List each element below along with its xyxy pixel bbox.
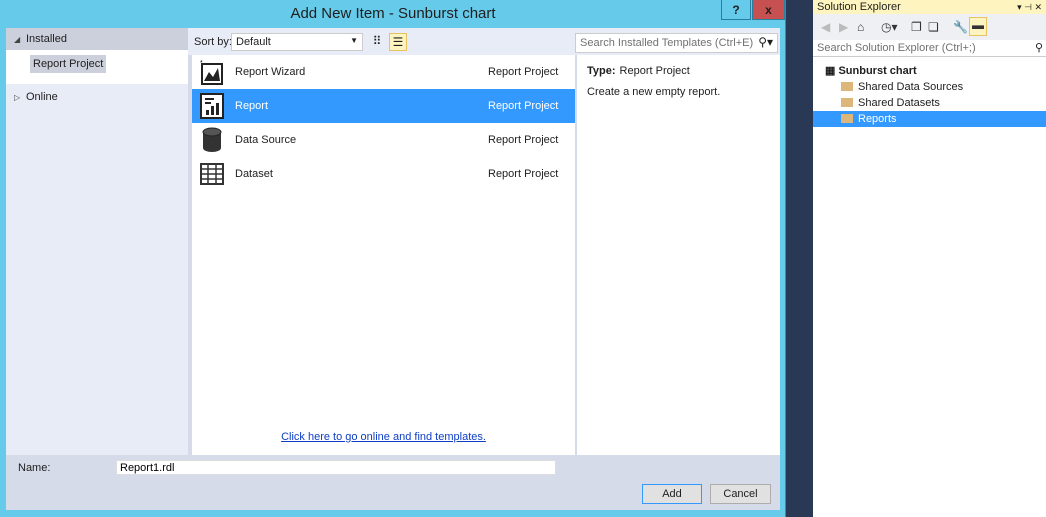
list-view-button[interactable]: ☰: [389, 33, 407, 51]
sort-value: Default: [236, 36, 271, 48]
template-description: Create a new empty report.: [587, 86, 721, 98]
add-button[interactable]: Add: [642, 484, 702, 504]
template-row[interactable]: Report Report Project: [192, 89, 575, 123]
report-wizard-icon: *: [200, 60, 223, 85]
small-icons-view-button[interactable]: ⠿: [368, 33, 386, 51]
pin-icon[interactable]: ▾ ⊣ ✕: [1017, 0, 1042, 14]
solution-node[interactable]: ▦ Sunburst chart: [813, 63, 1046, 79]
forward-icon[interactable]: ▶: [839, 20, 848, 34]
folder-icon: [841, 98, 853, 107]
collapse-all-icon[interactable]: ❐: [911, 20, 922, 34]
chevron-down-icon: ▼: [350, 36, 358, 45]
search-icon: ⚲▾: [758, 35, 773, 49]
solution-search-input[interactable]: Search Solution Explorer (Ctrl+;) ⚲: [813, 40, 1046, 57]
pending-changes-icon[interactable]: ◷▾: [881, 20, 898, 34]
tree-item-installed[interactable]: ◢ Installed: [6, 28, 188, 50]
show-all-files-icon[interactable]: ❏: [928, 20, 939, 34]
report-icon: [200, 93, 224, 119]
template-type: Report Project: [488, 134, 559, 146]
solution-icon: ▦: [825, 65, 839, 77]
svg-text:*: *: [200, 60, 203, 67]
folder-name: Shared Data Sources: [858, 81, 964, 93]
template-search-input[interactable]: Search Installed Templates (Ctrl+E) ⚲▾: [575, 33, 778, 53]
category-tree: ◢ Installed Report Project ▷ Online: [6, 28, 188, 455]
template-name: Report Wizard: [235, 66, 306, 78]
cancel-button[interactable]: Cancel: [710, 484, 771, 504]
collapsed-icon: ▷: [14, 93, 21, 102]
back-icon[interactable]: ◀: [821, 20, 830, 34]
folder-icon: [841, 114, 853, 123]
solution-explorer: Solution Explorer ▾ ⊣ ✕ ◀ ▶ ⌂ ◷▾ ❐ ❏ 🔧 ▬ …: [813, 0, 1046, 517]
tree-item-report-project[interactable]: Report Project: [6, 50, 188, 84]
preview-icon[interactable]: ▬: [969, 17, 987, 36]
folder-node[interactable]: Reports: [813, 111, 1046, 127]
search-icon: ⚲: [1034, 42, 1043, 54]
type-label: Type:: [587, 65, 616, 77]
template-name: Dataset: [235, 168, 273, 180]
help-button[interactable]: ?: [721, 0, 751, 20]
template-type: Report Project: [488, 66, 559, 78]
template-row[interactable]: Dataset Report Project: [192, 157, 575, 191]
installed-label: Installed: [26, 33, 67, 45]
sort-label: Sort by:: [194, 36, 232, 48]
template-row[interactable]: Data Source Report Project: [192, 123, 575, 157]
folder-icon: [841, 82, 853, 91]
folder-name: Shared Datasets: [858, 97, 940, 109]
template-list: * Report Wizard Report Project Report Re…: [192, 55, 575, 455]
template-row[interactable]: * Report Wizard Report Project: [192, 55, 575, 89]
panel-title: Solution Explorer: [817, 1, 901, 13]
template-type: Report Project: [488, 168, 559, 180]
folder-name: Reports: [858, 113, 897, 125]
online-templates-link[interactable]: Click here to go online and find templat…: [192, 431, 575, 443]
close-button[interactable]: x: [752, 0, 785, 20]
search-placeholder: Search Solution Explorer (Ctrl+;): [817, 42, 976, 54]
template-name: Data Source: [235, 134, 297, 146]
template-details: Type: Report Project Create a new empty r…: [577, 55, 780, 455]
solution-name: Sunburst chart: [838, 65, 917, 77]
report-project-label: Report Project: [30, 55, 107, 73]
home-icon[interactable]: ⌂: [857, 20, 864, 34]
properties-icon[interactable]: 🔧: [953, 20, 968, 34]
table-icon: [200, 163, 224, 185]
folder-node[interactable]: Shared Data Sources: [813, 79, 1046, 95]
search-placeholder: Search Installed Templates (Ctrl+E): [580, 37, 754, 49]
tree-item-online[interactable]: ▷ Online: [6, 84, 188, 103]
folder-node[interactable]: Shared Datasets: [813, 95, 1046, 111]
type-value: Report Project: [619, 65, 690, 77]
name-label: Name:: [18, 462, 51, 474]
dialog-title: Add New Item - Sunburst chart: [290, 5, 496, 22]
template-name: Report: [235, 100, 269, 112]
toolbar: ◀ ▶ ⌂ ◷▾ ❐ ❏ 🔧 ▬: [813, 14, 1046, 40]
sort-select[interactable]: Default ▼: [231, 33, 363, 51]
template-type: Report Project: [488, 100, 559, 112]
expanded-icon: ◢: [14, 35, 21, 44]
name-input[interactable]: [116, 460, 556, 475]
online-label: Online: [26, 91, 58, 103]
database-icon: [202, 127, 222, 152]
add-new-item-dialog: Add New Item - Sunburst chart ? x ◢ Insta…: [0, 0, 786, 517]
